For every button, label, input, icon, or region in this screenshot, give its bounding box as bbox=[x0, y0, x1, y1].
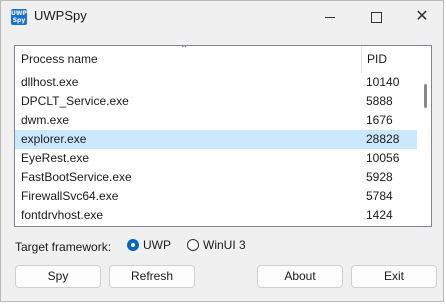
target-framework-label: Target framework: bbox=[15, 240, 112, 254]
pid-cell: 28828 bbox=[366, 132, 400, 146]
column-header-process-name[interactable]: Process name ⌃ bbox=[15, 46, 361, 73]
app-icon: UWP Spy bbox=[11, 9, 27, 25]
pid-cell: 10056 bbox=[366, 151, 400, 165]
uwpspy-window: UWP Spy UWPSpy ✕ Process name ⌃ PID dllh… bbox=[0, 0, 444, 302]
radio-winui3-label: WinUI 3 bbox=[203, 238, 246, 252]
list-header: Process name ⌃ PID bbox=[15, 46, 417, 73]
pid-cell: 5928 bbox=[366, 170, 393, 184]
column-header-pid[interactable]: PID bbox=[361, 46, 417, 73]
process-name-cell: explorer.exe bbox=[21, 132, 87, 146]
process-name-cell: FastBootService.exe bbox=[21, 170, 132, 184]
pid-cell: 1676 bbox=[366, 113, 393, 127]
sort-ascending-icon: ⌃ bbox=[180, 45, 189, 55]
table-row[interactable]: dllhost.exe 10140 bbox=[15, 73, 417, 92]
close-icon: ✕ bbox=[415, 8, 429, 25]
window-title: UWPSpy bbox=[34, 8, 87, 23]
radio-winui3[interactable]: WinUI 3 bbox=[187, 238, 246, 252]
maximize-button[interactable] bbox=[353, 1, 399, 33]
app-icon-text-top: UWP bbox=[11, 10, 27, 17]
radio-winui3-indicator[interactable] bbox=[187, 239, 199, 251]
process-name-cell: DPCLT_Service.exe bbox=[21, 94, 129, 108]
table-row[interactable]: explorer.exe 28828 bbox=[15, 130, 417, 149]
title-bar[interactable]: UWP Spy UWPSpy ✕ bbox=[1, 1, 443, 33]
pid-cell: 10140 bbox=[366, 75, 400, 89]
column-header-process-name-label: Process name bbox=[21, 52, 98, 66]
minimize-button[interactable] bbox=[307, 1, 353, 33]
minimize-icon bbox=[325, 16, 335, 18]
pid-cell: 5784 bbox=[366, 189, 393, 203]
app-icon-text-bottom: Spy bbox=[12, 17, 26, 24]
process-name-cell: fontdrvhost.exe bbox=[21, 208, 104, 222]
table-row[interactable]: FirewallSvc64.exe 5784 bbox=[15, 187, 417, 206]
exit-button[interactable]: Exit bbox=[351, 265, 437, 288]
radio-uwp-indicator[interactable] bbox=[127, 239, 139, 251]
process-name-cell: dllhost.exe bbox=[21, 75, 79, 89]
pid-cell: 5888 bbox=[366, 94, 393, 108]
about-button[interactable]: About bbox=[257, 265, 343, 288]
radio-uwp[interactable]: UWP bbox=[127, 238, 171, 252]
close-button[interactable]: ✕ bbox=[399, 1, 445, 33]
process-name-cell: FirewallSvc64.exe bbox=[21, 189, 119, 203]
process-name-cell: EyeRest.exe bbox=[21, 151, 90, 165]
process-list[interactable]: Process name ⌃ PID dllhost.exe 10140 DPCLT… bbox=[14, 45, 432, 227]
refresh-button[interactable]: Refresh bbox=[109, 265, 195, 288]
pid-cell: 1424 bbox=[366, 208, 393, 222]
table-row[interactable]: fontdrvhost.exe 1424 bbox=[15, 206, 417, 225]
table-row[interactable]: FastBootService.exe 5928 bbox=[15, 168, 417, 187]
table-row[interactable]: dwm.exe 1676 bbox=[15, 111, 417, 130]
maximize-icon bbox=[370, 11, 382, 23]
vertical-scrollbar[interactable] bbox=[417, 46, 431, 226]
table-row[interactable]: DPCLT_Service.exe 5888 bbox=[15, 92, 417, 111]
spy-button[interactable]: Spy bbox=[15, 265, 101, 288]
table-row[interactable]: EyeRest.exe 10056 bbox=[15, 149, 417, 168]
radio-uwp-label: UWP bbox=[143, 238, 171, 252]
column-header-pid-label: PID bbox=[367, 52, 388, 66]
process-rows: dllhost.exe 10140 DPCLT_Service.exe 5888 dwm… bbox=[15, 73, 417, 225]
process-name-cell: dwm.exe bbox=[21, 113, 70, 127]
scrollbar-thumb[interactable] bbox=[424, 84, 427, 108]
